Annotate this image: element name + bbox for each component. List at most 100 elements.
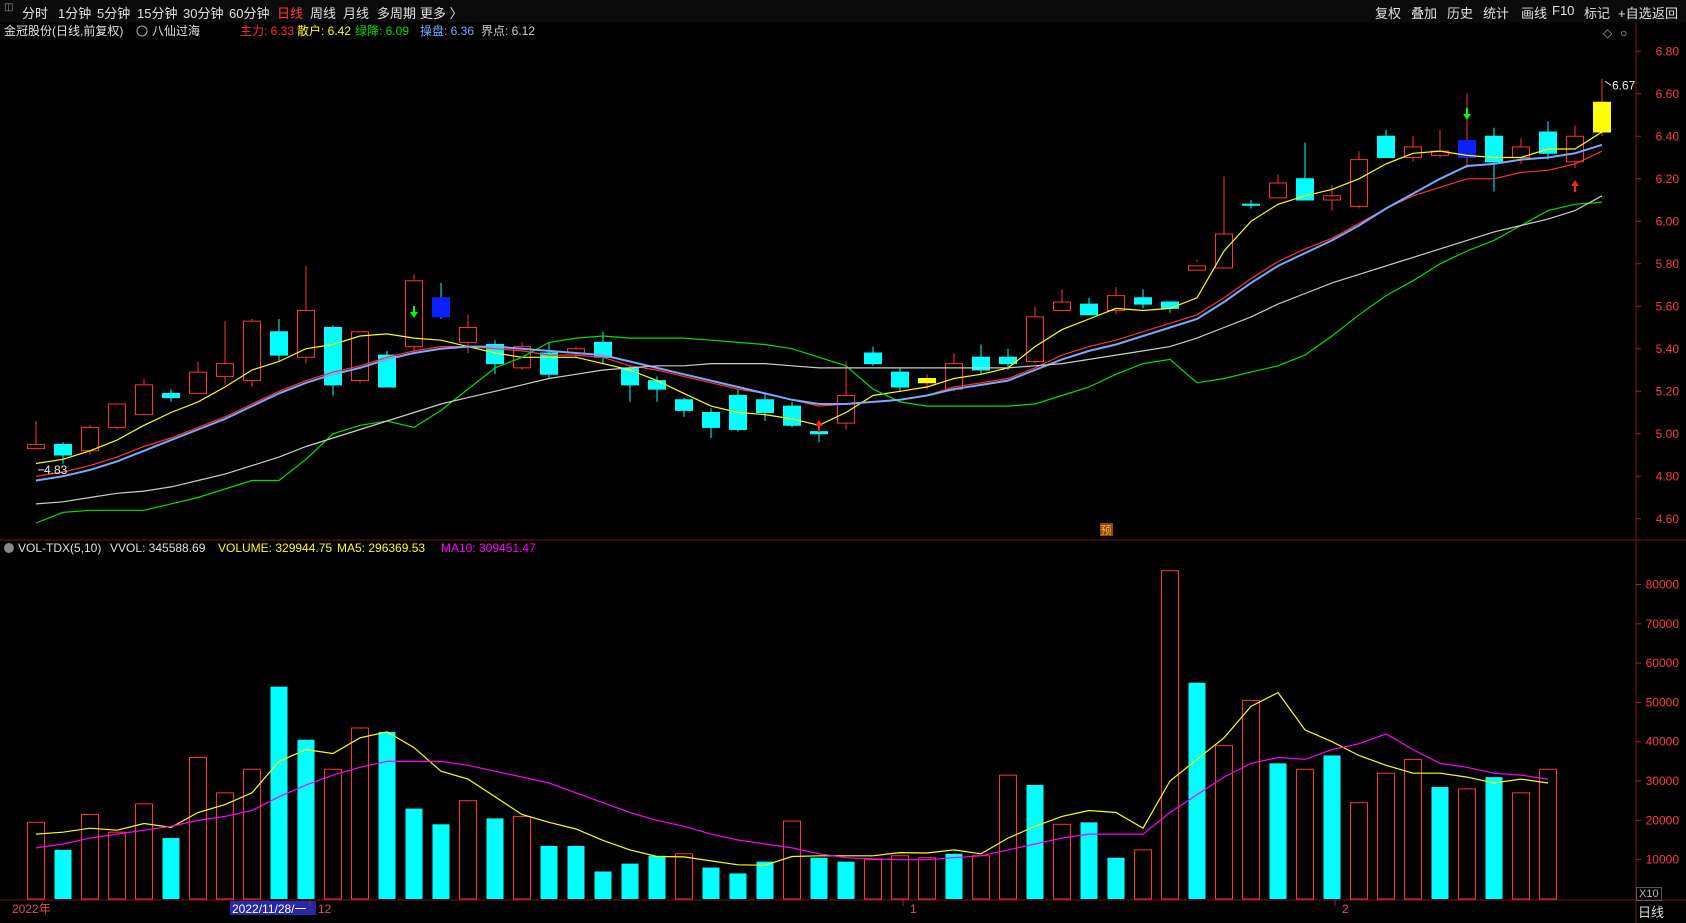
candle-body-down[interactable] <box>702 412 720 428</box>
btn-hx[interactable]: 画线 <box>1521 3 1547 22</box>
candle-body-down[interactable] <box>675 399 693 411</box>
tab-m1[interactable]: 1分钟 <box>58 3 91 22</box>
candle-body-down[interactable] <box>162 392 180 399</box>
candle-body-down[interactable] <box>864 352 882 365</box>
btn-fh[interactable]: 返回 <box>1652 3 1678 22</box>
kline-chart[interactable]: 6.80 6.60 6.40 6.20 6.00 5.80 5.60 5.40 5.20 5.00… <box>0 22 1686 923</box>
volume-bar-down[interactable] <box>1485 777 1503 899</box>
volume-bar-up[interactable] <box>459 800 477 900</box>
candle-body-down[interactable] <box>783 405 801 426</box>
volume-settings-icon[interactable] <box>4 543 14 553</box>
signal-candle[interactable] <box>1593 101 1611 133</box>
candle-body-down[interactable] <box>270 331 288 356</box>
volume-bar-up[interactable] <box>1134 849 1152 900</box>
candle-body-up[interactable] <box>1026 316 1044 362</box>
candle-body-down[interactable] <box>1296 178 1314 201</box>
volume-bar-down[interactable] <box>378 731 396 899</box>
candle-body-down[interactable] <box>1377 135 1395 158</box>
volume-bar-down[interactable] <box>621 863 639 899</box>
signal-candle[interactable] <box>918 378 936 384</box>
volume-bar-up[interactable] <box>1215 745 1233 900</box>
tab-more[interactable]: 更多 〉 <box>420 3 463 22</box>
volume-bar-up[interactable] <box>918 857 936 900</box>
volume-bar-up[interactable] <box>1512 792 1530 900</box>
volume-bar-up[interactable] <box>1350 802 1368 900</box>
btn-dj[interactable]: 叠加 <box>1411 3 1437 22</box>
volume-scale-badge[interactable]: X10 <box>1636 887 1662 901</box>
volume-bar-down[interactable] <box>1107 857 1125 899</box>
candle-body-down[interactable] <box>756 399 774 413</box>
volume-bar-down[interactable] <box>810 857 828 899</box>
volume-bar-up[interactable] <box>999 774 1017 900</box>
volume-bar-up[interactable] <box>324 768 342 900</box>
volume-bar-up[interactable] <box>1539 768 1557 900</box>
candle-body-down[interactable] <box>648 380 666 390</box>
volume-bar-down[interactable] <box>1026 784 1044 899</box>
tab-week[interactable]: 周线 <box>310 3 336 22</box>
volume-bar-up[interactable] <box>513 815 531 900</box>
volume-bar-up[interactable] <box>216 792 234 900</box>
btn-tj[interactable]: 统计 <box>1483 3 1509 22</box>
signal-candle[interactable] <box>432 297 450 318</box>
volume-bar-down[interactable] <box>162 838 180 899</box>
tab-month[interactable]: 月线 <box>343 3 369 22</box>
volume-bar-up[interactable] <box>1242 699 1260 900</box>
volume-bar-up[interactable] <box>189 756 207 900</box>
candle-body-up[interactable] <box>1323 195 1341 201</box>
candle-body-down[interactable] <box>54 443 72 456</box>
volume-bar-up[interactable] <box>243 768 261 900</box>
btn-f10[interactable]: F10 <box>1552 3 1574 18</box>
candle-body-up[interactable] <box>1350 159 1368 207</box>
volume-bar-up[interactable] <box>891 855 909 900</box>
volume-bar-up[interactable] <box>351 727 369 900</box>
volume-bar-down[interactable] <box>297 739 315 899</box>
volume-bar-down[interactable] <box>837 861 855 899</box>
volume-bar-up[interactable] <box>1296 768 1314 900</box>
volume-bar-down[interactable] <box>1323 755 1341 899</box>
tab-multi[interactable]: 多周期 <box>377 3 416 22</box>
volume-bar-up[interactable] <box>972 855 990 900</box>
tab-m5[interactable]: 5分钟 <box>97 3 130 22</box>
candle-body-up[interactable] <box>459 327 477 343</box>
bottom-period-label[interactable]: 日线 <box>1638 902 1664 921</box>
tab-m30[interactable]: 30分钟 <box>183 3 223 22</box>
candle-body-down[interactable] <box>891 371 909 388</box>
candle-body-down[interactable] <box>1161 301 1179 309</box>
volume-bar-up[interactable] <box>108 831 126 900</box>
candle-body-up[interactable] <box>108 403 126 428</box>
volume-bar-down[interactable] <box>432 824 450 899</box>
candle-body-down[interactable] <box>1134 297 1152 305</box>
candle-body-down[interactable] <box>540 352 558 375</box>
volume-bar-up[interactable] <box>783 820 801 900</box>
volume-bar-down[interactable] <box>540 845 558 899</box>
volume-bar-up[interactable] <box>864 859 882 900</box>
volume-bar-up[interactable] <box>1161 570 1179 900</box>
volume-bar-down[interactable] <box>702 867 720 899</box>
tab-fs[interactable]: 分时 <box>22 3 48 22</box>
candle-body-down[interactable] <box>1539 131 1557 154</box>
candle-body-up[interactable] <box>81 426 99 452</box>
btn-ls[interactable]: 历史 <box>1447 3 1473 22</box>
volume-bar-up[interactable] <box>135 803 153 900</box>
volume-bar-up[interactable] <box>675 853 693 900</box>
volume-bar-down[interactable] <box>594 871 612 899</box>
volume-bar-up[interactable] <box>1458 788 1476 900</box>
candle-body-up[interactable] <box>1269 182 1287 199</box>
volume-bar-down[interactable] <box>729 873 747 899</box>
volume-bar-down[interactable] <box>648 855 666 899</box>
volume-bar-down[interactable] <box>567 845 585 899</box>
candle-body-up[interactable] <box>1053 301 1071 311</box>
restore-icon[interactable]: ◫ <box>4 2 13 13</box>
candle-body-up[interactable] <box>243 320 261 382</box>
volume-bar-up[interactable] <box>81 813 99 900</box>
tab-day[interactable]: 日线 <box>277 3 303 22</box>
volume-bar-down[interactable] <box>1431 786 1449 899</box>
candle-body-up[interactable] <box>297 310 315 358</box>
tab-m60[interactable]: 60分钟 <box>229 3 269 22</box>
candle-body-up[interactable] <box>135 384 153 416</box>
tab-m15[interactable]: 15分钟 <box>137 3 177 22</box>
volume-bar-up[interactable] <box>1053 823 1071 900</box>
candle-body-up[interactable] <box>351 331 369 382</box>
btn-bj[interactable]: 标记 <box>1584 3 1610 22</box>
candle-body-up[interactable] <box>27 443 45 450</box>
